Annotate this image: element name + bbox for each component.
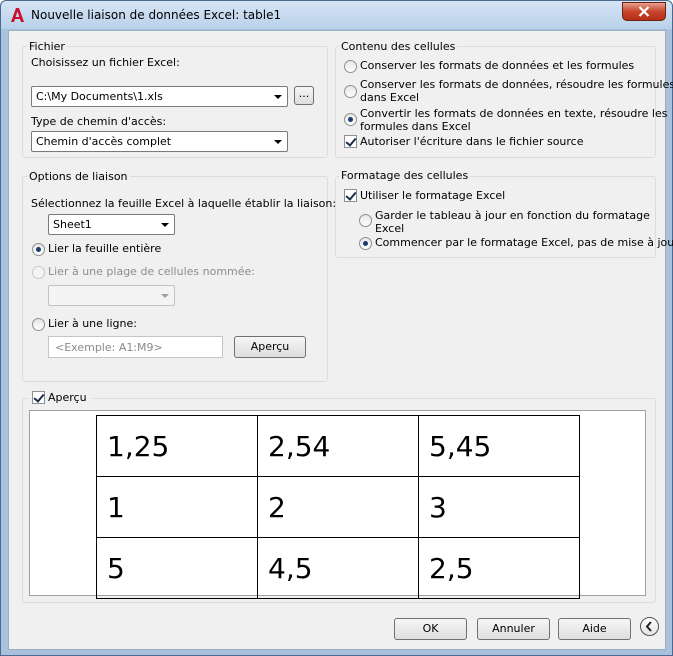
chevron-down-icon <box>161 294 169 298</box>
table-cell: 4,5 <box>257 537 419 599</box>
label-convert-text-1: Convertir les formats de données en text… <box>360 107 668 120</box>
path-type-value: Chemin d'accès complet <box>36 135 172 148</box>
ok-button[interactable]: OK <box>394 618 467 640</box>
label-resolve-formulas-2: dans Excel <box>360 91 420 104</box>
table-cell: 2,5 <box>418 537 580 599</box>
label-link-sheet: Lier la feuille entière <box>48 242 162 255</box>
path-type-combo[interactable]: Chemin d'accès complet <box>31 131 288 152</box>
table-cell: 5 <box>96 537 258 599</box>
preview-range-button[interactable]: Aperçu <box>234 336 306 358</box>
label-use-excel-format: Utiliser le formatage Excel <box>360 189 506 202</box>
chevron-down-icon <box>274 140 282 144</box>
label-link-range: Lier à une plage de cellules nommée: <box>48 265 256 278</box>
autocad-a-icon <box>11 8 24 22</box>
choose-file-label: Choisissez un fichier Excel: <box>31 56 180 69</box>
radio-link-sheet[interactable] <box>32 243 45 256</box>
checkbox-apercu[interactable] <box>32 391 45 404</box>
legend-options: Options de liaison <box>27 170 130 183</box>
collapse-button[interactable] <box>640 617 659 636</box>
close-button[interactable] <box>622 2 666 21</box>
chevron-down-icon <box>161 223 169 227</box>
radio-link-range[interactable] <box>32 266 45 279</box>
table-row: 1 2 3 <box>96 476 580 538</box>
chevron-down-icon <box>274 95 282 99</box>
close-icon <box>638 6 650 17</box>
radio-keep-updated[interactable] <box>359 214 372 227</box>
dialog-window: Nouvelle liaison de données Excel: table… <box>0 0 673 656</box>
excel-file-value: C:\My Documents\1.xls <box>36 90 163 103</box>
label-apercu: Aperçu <box>48 391 87 404</box>
radio-link-line[interactable] <box>32 318 45 331</box>
label-keep-updated-1: Garder le tableau à jour en fonction du … <box>375 209 650 222</box>
label-convert-text-2: formules dans Excel <box>360 120 471 133</box>
label-allow-write: Autoriser l'écriture dans le fichier sou… <box>360 135 584 148</box>
browse-button[interactable]: ... <box>294 86 314 105</box>
path-type-label: Type de chemin d'accès: <box>31 115 167 128</box>
excel-file-combo[interactable]: C:\My Documents\1.xls <box>31 86 288 107</box>
sheet-combo[interactable]: Sheet1 <box>48 214 175 235</box>
radio-start-excel[interactable] <box>359 237 372 250</box>
cancel-button[interactable]: Annuler <box>477 618 550 640</box>
table-cell: 3 <box>418 476 580 538</box>
table-cell: 5,45 <box>418 415 580 477</box>
legend-formatage: Formatage des cellules <box>339 169 471 182</box>
table-cell: 2,54 <box>257 415 419 477</box>
legend-fichier: Fichier <box>27 40 67 53</box>
table-cell: 2 <box>257 476 419 538</box>
radio-convert-text[interactable] <box>344 113 357 126</box>
preview-table: 1,25 2,54 5,45 1 2 3 5 4,5 2,5 <box>96 415 580 599</box>
chevron-left-icon <box>645 621 652 632</box>
legend-contenu: Contenu des cellules <box>339 40 458 53</box>
label-start-excel: Commencer par le formatage Excel, pas de… <box>375 236 673 249</box>
label-link-line: Lier à une ligne: <box>48 317 137 330</box>
radio-resolve-formulas[interactable] <box>344 85 357 98</box>
checkbox-use-excel-format[interactable] <box>344 189 357 202</box>
table-row: 5 4,5 2,5 <box>96 537 580 599</box>
table-cell: 1 <box>96 476 258 538</box>
label-keep-formulas: Conserver les formats de données et les … <box>360 59 635 72</box>
select-sheet-label: Sélectionnez la feuille Excel à laquelle… <box>31 197 337 210</box>
range-combo[interactable] <box>48 285 175 306</box>
label-keep-updated-2: Excel <box>375 222 405 235</box>
preview-pane: 1,25 2,54 5,45 1 2 3 5 4,5 2,5 <box>29 410 646 599</box>
label-resolve-formulas-1: Conserver les formats de données, résoud… <box>360 78 673 91</box>
checkbox-allow-write[interactable] <box>344 135 357 148</box>
sheet-value: Sheet1 <box>53 218 92 231</box>
title-bar[interactable]: Nouvelle liaison de données Excel: table… <box>1 1 672 29</box>
help-button[interactable]: Aide <box>558 618 631 640</box>
table-cell: 1,25 <box>96 415 258 477</box>
dialog-client: Fichier Choisissez un fichier Excel: C:\… <box>8 30 673 650</box>
range-input[interactable]: <Exemple: A1:M9> <box>48 336 223 358</box>
radio-keep-formulas[interactable] <box>344 60 357 73</box>
window-title: Nouvelle liaison de données Excel: table… <box>31 8 282 22</box>
table-row: 1,25 2,54 5,45 <box>96 415 580 477</box>
